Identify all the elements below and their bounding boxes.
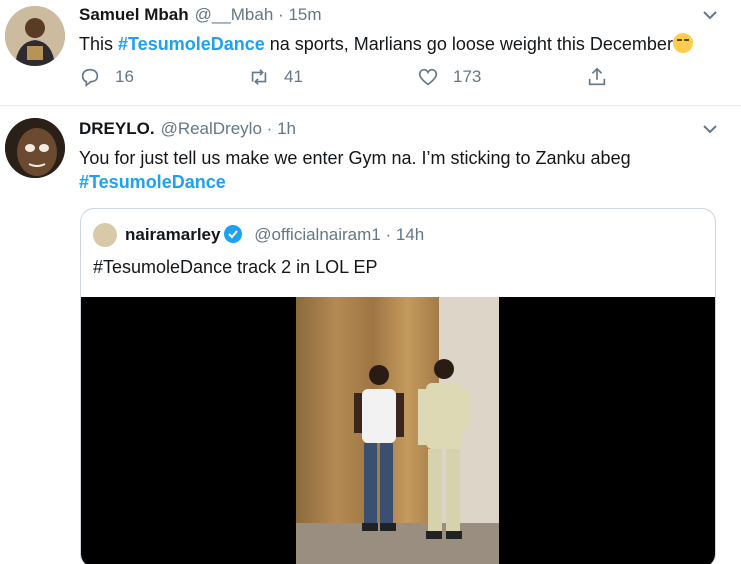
separator-dot: · (385, 225, 392, 244)
avatar[interactable] (5, 118, 65, 178)
quoted-tweet[interactable]: nairamarley @officialnairam1 · 14h #Tesu… (80, 208, 716, 564)
user-handle[interactable]: @__Mbah (195, 5, 274, 24)
avatar[interactable] (5, 6, 65, 66)
like-button[interactable]: 173 (417, 66, 481, 88)
tweet[interactable]: DREYLO. @RealDreylo · 1h You for just tel… (0, 106, 741, 564)
avatar-photo (5, 118, 65, 178)
heart-icon (418, 68, 438, 86)
chevron-down-icon[interactable] (701, 120, 719, 138)
hashtag-link[interactable]: #TesumoleDance (79, 170, 631, 194)
avatar-photo (5, 6, 65, 66)
retweet-count: 41 (284, 67, 303, 86)
tweet-text: This #TesumoleDance na sports, Marlians … (79, 32, 693, 56)
retweet-icon (251, 69, 267, 85)
separator-dot: · (266, 119, 273, 138)
hashtag-link[interactable]: #TesumoleDance (118, 34, 265, 54)
chevron-down-icon[interactable] (701, 6, 719, 24)
share-button[interactable] (586, 66, 622, 88)
reply-button[interactable]: 16 (79, 66, 134, 88)
share-icon (588, 67, 606, 86)
timestamp[interactable]: 1h (277, 119, 296, 138)
verified-badge-icon (224, 225, 243, 243)
tweet-text: You for just tell us make we enter Gym n… (79, 148, 631, 194)
reply-count: 16 (115, 67, 134, 86)
user-handle: @officialnairam1 (254, 225, 381, 244)
quoted-tweet-text: #TesumoleDance track 2 in LOL EP (93, 257, 378, 277)
user-name[interactable]: Samuel Mbah (79, 5, 189, 24)
tweet[interactable]: Samuel Mbah @__Mbah · 15m This #TesumoleD… (0, 0, 741, 106)
tweet-actions: 16 41 173 (79, 66, 639, 90)
timestamp: 14h (395, 225, 425, 244)
like-count: 173 (453, 67, 482, 86)
user-name[interactable]: DREYLO. (79, 119, 155, 138)
timestamp[interactable]: 15m (288, 5, 321, 24)
separator-dot: · (278, 5, 284, 24)
video-frame (296, 297, 499, 564)
tweet-header: DREYLO. @RealDreylo · 1h (79, 119, 296, 139)
video-player[interactable] (81, 297, 715, 564)
tweet-header: Samuel Mbah @__Mbah · 15m (79, 5, 322, 25)
laughing-emoji-icon (672, 33, 693, 53)
avatar[interactable] (93, 223, 117, 247)
reply-icon (81, 68, 99, 87)
retweet-button[interactable]: 41 (248, 66, 303, 88)
user-handle[interactable]: @RealDreylo (161, 119, 262, 138)
dancers-illustration (354, 359, 470, 539)
quoted-tweet-header: nairamarley @officialnairam1 · 14h (125, 224, 424, 245)
user-name: nairamarley (125, 225, 221, 244)
